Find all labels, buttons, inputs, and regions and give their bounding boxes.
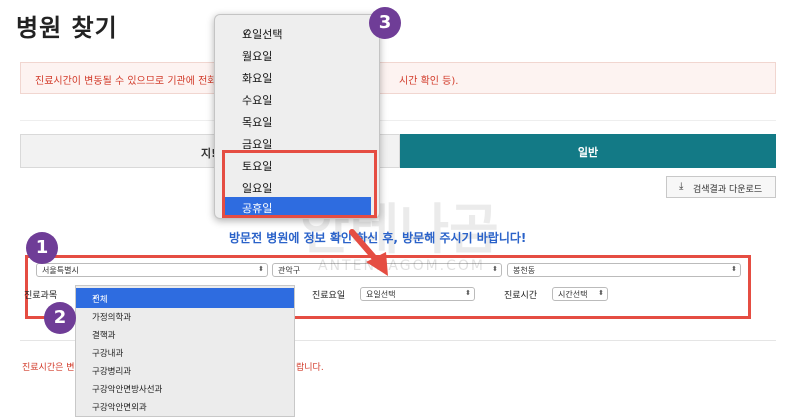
step-badge-1: 1 [26, 232, 58, 264]
step-badge-3: 3 [369, 7, 401, 39]
step-badge-2: 2 [44, 302, 76, 334]
annotation-arrow [349, 229, 388, 276]
app-frame: 병원 찾기 진료시간이 변동될 수 있으므로 기관에 전화 시간 확인 등). … [0, 0, 793, 417]
